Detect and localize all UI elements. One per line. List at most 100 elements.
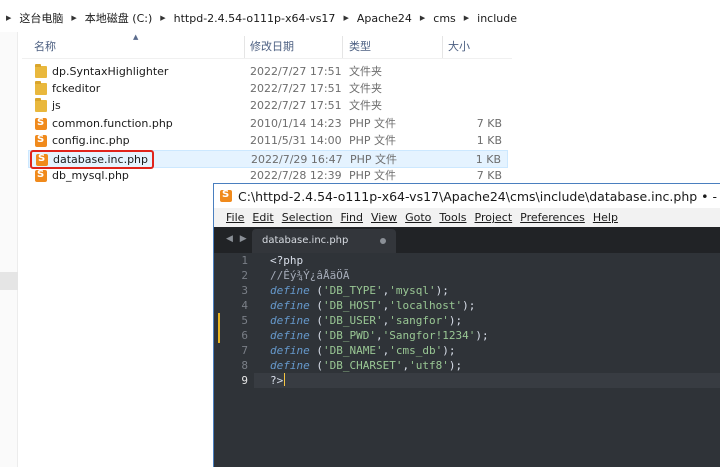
file-size: 7 KB (476, 117, 502, 130)
line-number: 2 (241, 269, 248, 282)
line-number: 8 (241, 359, 248, 372)
code-string: 'DB_TYPE' (323, 284, 383, 297)
menu-help[interactable]: Help (593, 211, 618, 224)
unsaved-dot-icon[interactable] (380, 238, 386, 244)
breadcrumb-this-pc[interactable]: 这台电脑 (19, 10, 63, 26)
sublime-app-icon (220, 187, 232, 203)
code-line[interactable]: define ('DB_TYPE','mysql'); (270, 283, 449, 298)
menu-find[interactable]: Find (340, 211, 363, 224)
navigation-pane[interactable] (0, 32, 18, 467)
tab-nav-arrows-icon[interactable]: ◀ ▶ (226, 234, 249, 244)
code-punct: ( (309, 359, 323, 372)
column-header-date[interactable]: 修改日期 (250, 36, 294, 58)
code-punct: , (375, 329, 383, 342)
file-name: dp.SyntaxHighlighter (52, 65, 169, 78)
tab-database-inc-php[interactable]: database.inc.php (252, 229, 396, 253)
menu-edit[interactable]: Edit (252, 211, 273, 224)
chevron-right-icon[interactable]: ▶ (343, 14, 348, 22)
code-comment: //Êý¾Ý¿âÅäÖÃ (270, 269, 350, 282)
breadcrumb-include[interactable]: include (477, 12, 517, 25)
code-punct: ( (309, 314, 323, 327)
file-date: 2011/5/31 14:00 (250, 134, 342, 147)
header-divider (22, 58, 512, 59)
code-punct: ( (309, 344, 323, 357)
chevron-right-icon[interactable]: ▶ (420, 14, 425, 22)
breadcrumb-apache24[interactable]: Apache24 (357, 12, 412, 25)
code-string: 'mysql' (389, 284, 436, 297)
file-row[interactable]: config.inc.php 2011/5/31 14:00 PHP 文件 1 … (28, 132, 508, 150)
file-date: 2022/7/27 17:51 (250, 99, 342, 112)
folder-icon (35, 98, 47, 112)
code-punct: ); (448, 314, 463, 327)
code-line[interactable]: define ('DB_NAME','cms_db'); (270, 343, 455, 358)
chevron-right-icon[interactable]: ▶ (71, 14, 76, 22)
code-line[interactable]: define ('DB_HOST','localhost'); (270, 298, 475, 313)
code-string: 'utf8' (409, 359, 449, 372)
menu-selection[interactable]: Selection (282, 211, 333, 224)
column-divider[interactable] (342, 36, 343, 58)
code-line[interactable]: define ('DB_USER','sangfor'); (270, 313, 462, 328)
file-type: 文件夹 (349, 99, 382, 112)
code-line[interactable]: //Êý¾Ý¿âÅäÖÃ (270, 268, 349, 283)
file-row[interactable]: dp.SyntaxHighlighter 2022/7/27 17:51 文件夹 (28, 63, 508, 81)
code-keyword: define (270, 329, 310, 342)
code-line[interactable]: define ('DB_PWD','Sangfor!1234'); (270, 328, 489, 343)
line-number-current: 9 (241, 374, 248, 387)
menu-preferences[interactable]: Preferences (520, 211, 585, 224)
column-header-name[interactable]: 名称 (34, 36, 56, 58)
code-keyword: define (270, 314, 310, 327)
code-editor[interactable]: 1 2 3 4 5 6 7 8 9 <?php //Êý¾Ý¿âÅäÖÃ def… (214, 253, 720, 467)
code-string: 'DB_CHARSET' (323, 359, 403, 372)
text-cursor (284, 373, 286, 386)
php-close-tag: ?> (270, 374, 284, 387)
menu-project[interactable]: Project (475, 211, 513, 224)
line-number: 1 (241, 254, 248, 267)
code-punct: ); (442, 344, 456, 357)
menu-goto[interactable]: Goto (405, 211, 431, 224)
code-string: 'DB_USER' (323, 314, 383, 327)
php-file-icon (35, 132, 47, 148)
red-highlight-annotation (30, 150, 154, 169)
php-open-tag: <?php (270, 254, 304, 267)
breadcrumb-httpd[interactable]: httpd-2.4.54-o111p-x64-vs17 (174, 12, 336, 25)
line-number: 7 (241, 344, 248, 357)
code-line[interactable]: <?php (270, 253, 303, 268)
code-line[interactable]: define ('DB_CHARSET','utf8'); (270, 358, 462, 373)
file-row[interactable]: fckeditor 2022/7/27 17:51 文件夹 (28, 80, 508, 98)
file-row[interactable]: js 2022/7/27 17:51 文件夹 (28, 97, 508, 115)
window-title-bar[interactable]: C:\httpd-2.4.54-o111p-x64-vs17\Apache24\… (214, 184, 720, 208)
breadcrumb-local-disk[interactable]: 本地磁盘 (C:) (85, 10, 152, 26)
chevron-right-icon[interactable]: ▶ (160, 14, 165, 22)
file-row[interactable]: common.function.php 2010/1/14 14:23 PHP … (28, 115, 508, 133)
code-keyword: define (270, 344, 310, 357)
php-file-icon (35, 167, 47, 183)
sublime-text-window[interactable]: C:\httpd-2.4.54-o111p-x64-vs17\Apache24\… (213, 183, 720, 467)
code-string: 'DB_NAME' (323, 344, 383, 357)
column-header-type[interactable]: 类型 (349, 36, 371, 58)
code-string: 'sangfor' (389, 314, 449, 327)
code-line[interactable]: ?> (270, 373, 286, 388)
code-string: 'DB_PWD' (323, 329, 376, 342)
line-number: 5 (241, 314, 248, 327)
file-type: 文件夹 (349, 82, 382, 95)
file-date: 2022/7/27 17:51 (250, 65, 342, 78)
column-divider[interactable] (244, 36, 245, 58)
file-name: common.function.php (52, 117, 173, 130)
tab-strip: ◀ ▶ database.inc.php (214, 227, 720, 253)
menu-view[interactable]: View (371, 211, 397, 224)
column-header-size[interactable]: 大小 (448, 36, 470, 58)
breadcrumb-cms[interactable]: cms (433, 12, 456, 25)
code-punct: ); (462, 299, 476, 312)
menu-tools[interactable]: Tools (439, 211, 466, 224)
navigation-pane-selected-item[interactable] (0, 272, 18, 290)
folder-icon (35, 81, 47, 95)
code-keyword: define (270, 299, 310, 312)
column-divider[interactable] (442, 36, 443, 58)
chevron-right-icon[interactable]: ▶ (6, 14, 11, 22)
file-type: PHP 文件 (349, 134, 397, 147)
line-number: 3 (241, 284, 248, 297)
sort-ascending-icon: ▲ (133, 33, 139, 41)
chevron-right-icon[interactable]: ▶ (464, 14, 469, 22)
code-punct: ); (475, 329, 489, 342)
menu-file[interactable]: File (226, 211, 244, 224)
